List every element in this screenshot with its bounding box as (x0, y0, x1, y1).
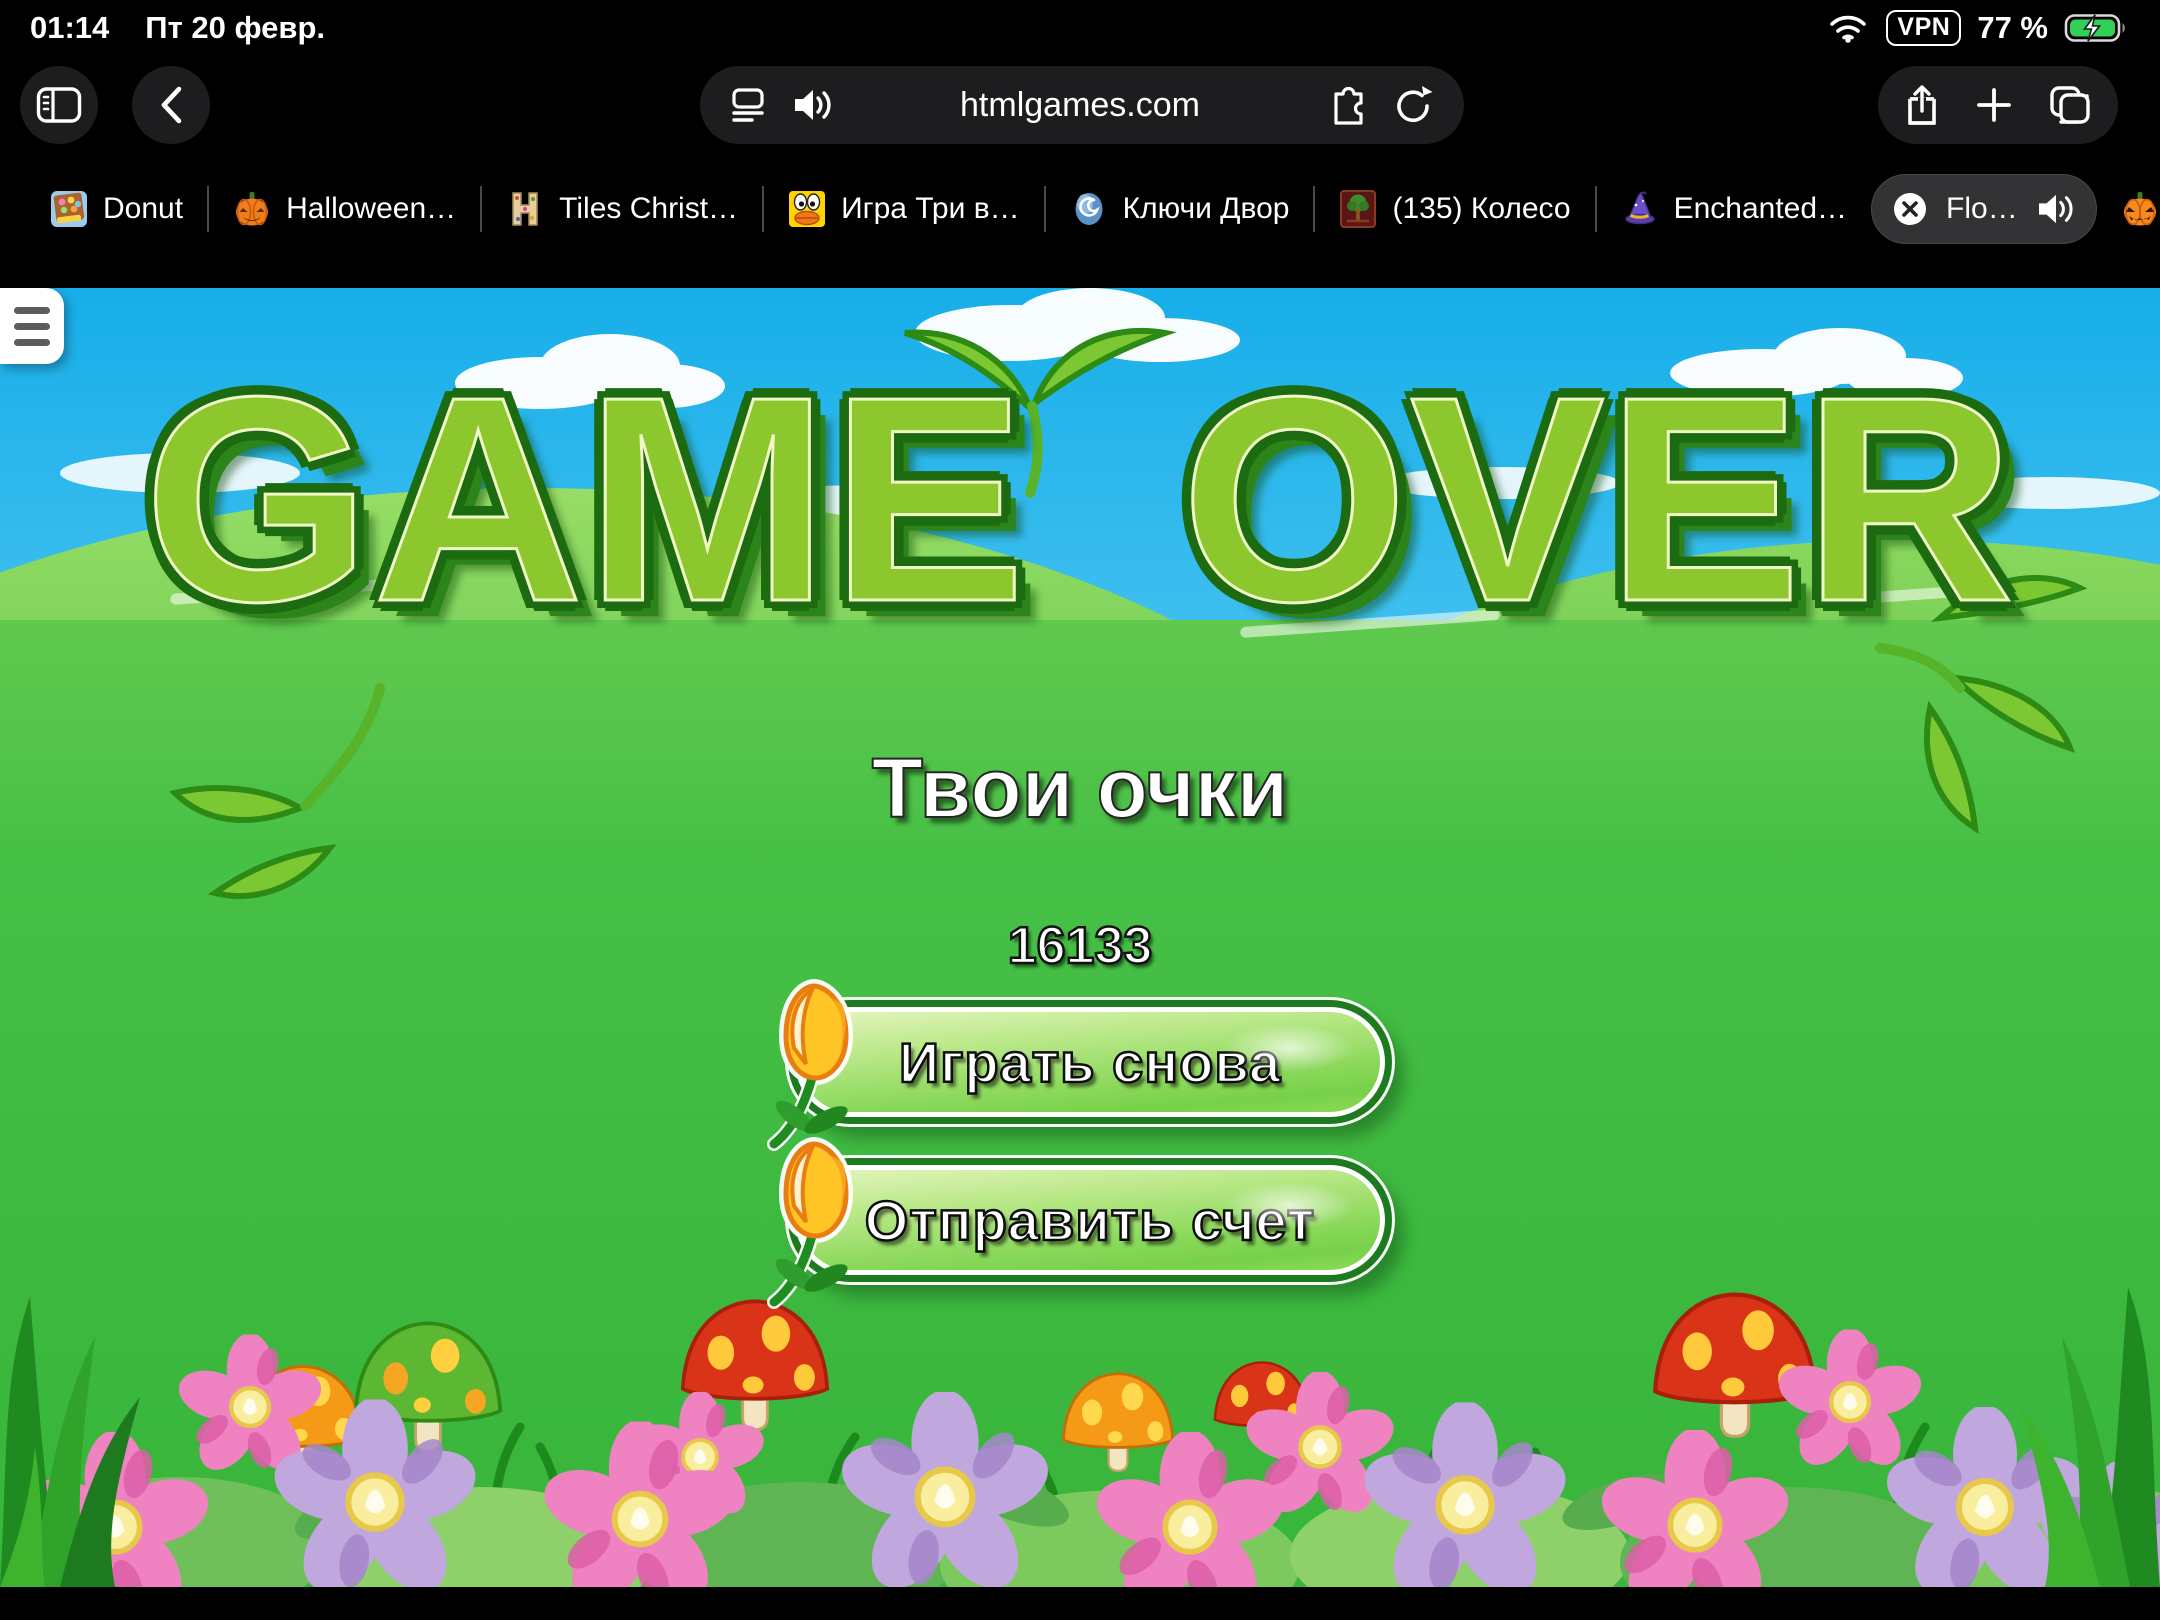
mushroom-orange (1061, 1372, 1175, 1473)
donut-box-favicon (51, 191, 87, 227)
tab-label: Donut (103, 192, 184, 225)
tab-bar: Donut Halloween… Tiles Christ… Игра Три … (0, 162, 2160, 288)
tulip-icon (767, 979, 853, 1151)
wizard-hat-favicon (1624, 191, 1655, 225)
ipad-screen: 01:14 Пт 20 февр. VPN 77 % htmlgames.com… (0, 0, 2160, 1620)
tab-label: Ключи Двор (1122, 192, 1290, 225)
battery-percent: 77 % (1977, 10, 2048, 45)
tab-enchanted[interactable]: Enchanted… (1597, 174, 1871, 244)
back-button[interactable] (132, 66, 210, 144)
tab-halloween[interactable]: Halloween… (209, 174, 480, 244)
date: Пт 20 февр. (145, 10, 326, 45)
hamburger-menu-icon (14, 306, 50, 314)
game-viewport: GAME OVER Твои очки 16133 Играть снова О… (0, 288, 2160, 1587)
tab-igra-tri-v[interactable]: Игра Три в… (764, 174, 1044, 244)
tab-label: Tiles Christ… (559, 192, 739, 225)
play-again-button[interactable]: Играть снова (767, 979, 1392, 1151)
tabs-overview-icon (2050, 86, 2090, 124)
browser-toolbar: htmlgames.com (0, 48, 2160, 162)
mahjong-h-tile-favicon (512, 192, 538, 226)
close-tab-icon[interactable] (1892, 191, 1928, 227)
new-tab-button[interactable] (1975, 86, 2013, 124)
tab-flower-garden-active[interactable]: Flo… (1871, 174, 2097, 244)
blue-sphere-favicon (1075, 193, 1103, 225)
toolbar-right-cluster (1878, 66, 2118, 144)
tab-strip: Donut Halloween… Tiles Christ… Игра Три … (0, 170, 2160, 248)
address-bar[interactable]: htmlgames.com (700, 66, 1464, 144)
battery-charging-icon (2064, 14, 2125, 42)
reload-icon[interactable] (1394, 84, 1434, 126)
game-over-title: GAME OVER (142, 335, 2017, 664)
extensions-puzzle-icon[interactable] (1326, 84, 1368, 126)
new-tab-plus-icon (1977, 88, 2011, 122)
tab-label: Enchanted… (1673, 192, 1848, 225)
status-bar: 01:14 Пт 20 февр. VPN 77 % (0, 0, 2160, 48)
tree-plaque-favicon (1340, 190, 1377, 228)
wifi-icon (1830, 15, 1867, 43)
mushroom-red (1655, 1295, 1815, 1437)
tab-label: Flo… (1946, 192, 2018, 225)
duck-favicon (789, 191, 826, 227)
bottom-letterbox (0, 1587, 2160, 1620)
page-settings-icon[interactable] (730, 85, 766, 125)
tab-label: (135) Колесо (1392, 192, 1571, 225)
audio-playing-icon[interactable] (792, 87, 834, 123)
url-text[interactable]: htmlgames.com (860, 86, 1300, 125)
tabs-overview-button[interactable] (2048, 84, 2092, 126)
tab-label: Halloween… (286, 192, 457, 225)
game-menu-button[interactable] (0, 288, 64, 364)
tab-donut[interactable]: Donut (26, 174, 207, 244)
play-again-label: Играть снова (898, 1029, 1282, 1095)
share-icon (1908, 85, 1936, 125)
score-value: 16133 (1006, 916, 1153, 977)
status-left: 01:14 Пт 20 февр. (30, 10, 325, 46)
back-chevron-icon (161, 86, 182, 124)
status-right: VPN 77 % (1826, 10, 2130, 46)
submit-score-label: Отправить счет (864, 1187, 1316, 1253)
tab-audio-icon[interactable] (2036, 192, 2076, 226)
tab-tiles-christmas[interactable]: Tiles Christ… (482, 174, 762, 244)
play-again-face: Играть снова (795, 1007, 1385, 1117)
tab-klyuchi-dvor[interactable]: Ключи Двор (1046, 174, 1314, 244)
vpn-badge: VPN (1886, 10, 1962, 46)
tab-spooky[interactable]: Spooky Cha… (2097, 174, 2160, 244)
pumpkin-favicon (236, 192, 269, 226)
pumpkin-scary-favicon (2123, 192, 2156, 226)
share-button[interactable] (1904, 83, 1940, 127)
sidebar-toggle-button[interactable] (20, 66, 98, 144)
sidebar-toggle-icon (36, 87, 82, 123)
tab-koleso[interactable]: (135) Колесо (1315, 174, 1594, 244)
garden-decoration (0, 1287, 2160, 1587)
score-label: Твои очки (871, 740, 1290, 836)
tab-label: Игра Три в… (841, 192, 1020, 225)
clock: 01:14 (30, 10, 110, 45)
tulip-icon (767, 1137, 853, 1309)
